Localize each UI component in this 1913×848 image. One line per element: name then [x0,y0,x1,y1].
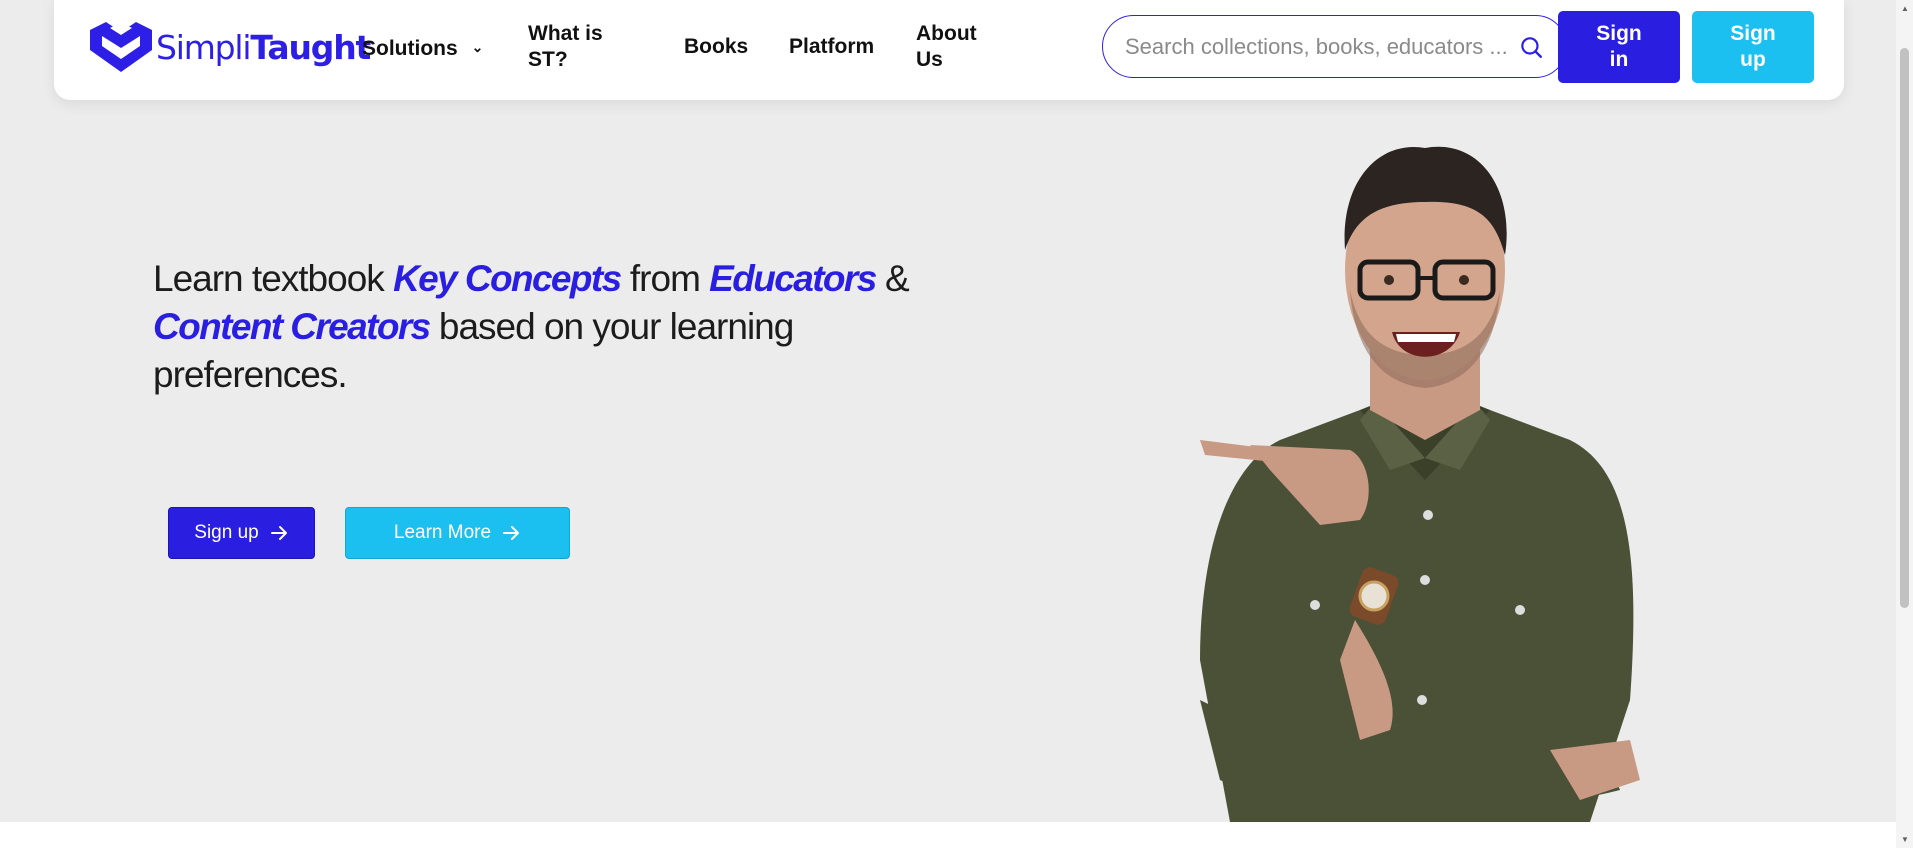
headline-highlight-educators: Educators [709,258,877,299]
search-icon[interactable] [1518,34,1544,60]
scrollbar-thumb[interactable] [1900,48,1909,608]
headline-text-3: & [875,258,910,299]
nav-what-is-st[interactable]: What is ST? [528,21,603,73]
top-navbar: SimpliTaught Solutions ⌄ What is ST? Book… [54,0,1844,100]
sign-in-button[interactable]: Sign in [1558,11,1680,83]
arrow-right-icon [503,526,520,540]
learn-more-label: Learn More [393,522,492,543]
sign-up-button[interactable]: Sign up [1692,11,1814,83]
vertical-scrollbar[interactable]: ▲ ▼ [1896,0,1913,848]
nav-what-is-line2: ST? [528,48,568,71]
chevron-down-icon: ⌄ [471,39,484,55]
headline-highlight-key-concepts: Key Concepts [393,258,622,299]
learn-more-button[interactable]: Learn More [345,507,570,559]
sign-up-line2: up [1740,48,1766,71]
hero-sign-up-button[interactable]: Sign up [168,507,315,559]
nav-books[interactable]: Books [684,34,748,60]
sign-in-line1: Sign [1596,22,1642,45]
next-section-edge [0,822,1913,848]
headline-highlight-content-creators: Content Creators [153,306,431,347]
hero-headline: Learn textbook Key Concepts from Educato… [153,255,933,399]
nav-solutions-label: Solutions [362,37,458,60]
sign-up-line1: Sign [1730,22,1776,45]
search-input[interactable] [1125,33,1518,60]
nav-about-us[interactable]: About Us [916,21,977,73]
brand-logo[interactable]: SimpliTaught [84,16,371,78]
search-bar [1102,15,1567,78]
scroll-up-icon[interactable]: ▲ [1901,4,1909,13]
scroll-down-icon[interactable]: ▼ [1901,835,1909,844]
nav-platform[interactable]: Platform [789,34,874,60]
nav-solutions[interactable]: Solutions ⌄ [362,34,483,62]
logo-icon [90,22,152,72]
nav-about-line1: About [916,22,977,45]
nav-about-line2: Us [916,48,943,71]
headline-text-2: from [620,258,710,299]
hero-person-image [1200,146,1640,822]
sign-in-line2: in [1609,48,1629,71]
hero-sign-up-label: Sign up [194,522,259,543]
headline-text-1: Learn textbook [153,258,394,299]
arrow-right-icon [270,526,287,540]
nav-what-is-line1: What is [528,22,603,45]
brand-wordmark: SimpliTaught [156,27,371,67]
